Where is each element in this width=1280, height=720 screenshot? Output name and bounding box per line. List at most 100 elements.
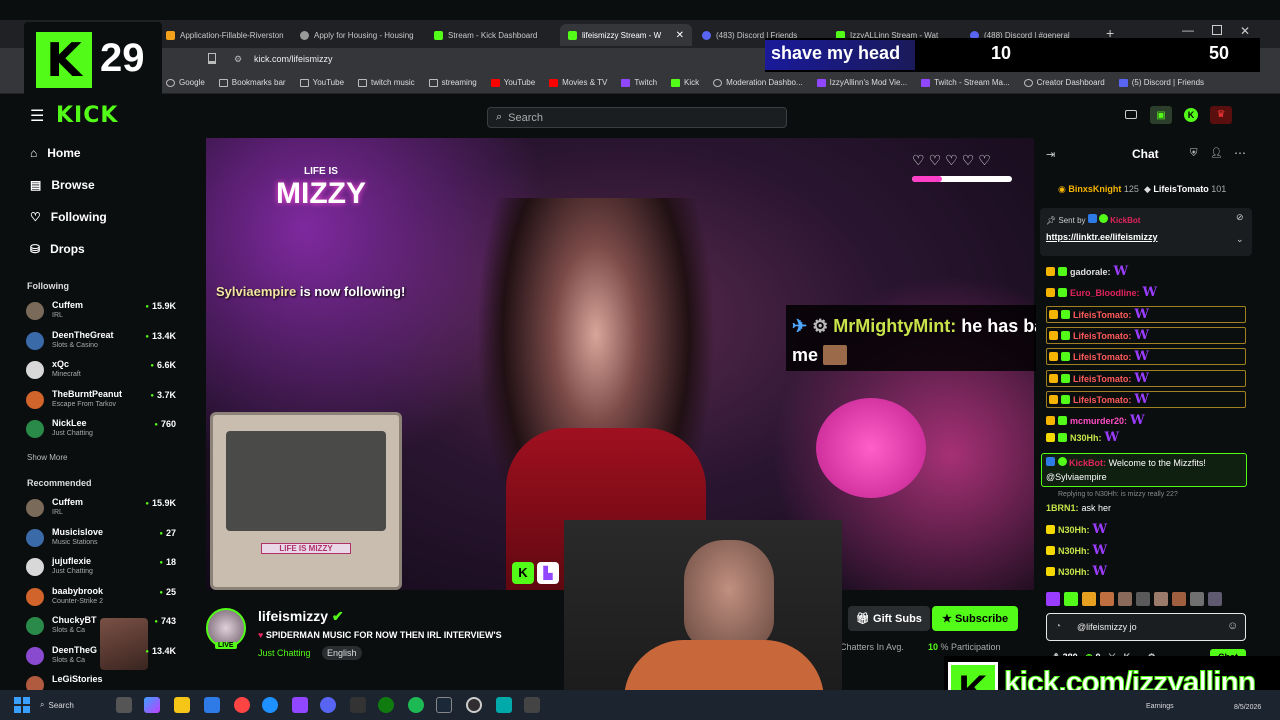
theater-mode-icon[interactable] xyxy=(1125,110,1137,119)
bookmark-item[interactable]: streaming xyxy=(428,78,477,87)
sidebar-channel[interactable]: xQc Minecraft 6.6K xyxy=(26,359,176,387)
chat-username[interactable]: LifeisTomato: xyxy=(1073,374,1131,384)
pinned-link[interactable]: https://linktr.ee/lifeismizzy xyxy=(1046,232,1158,242)
search-input[interactable]: ⌕ Search xyxy=(487,107,787,128)
browser-tab[interactable]: Application-Fillable-Riverston xyxy=(158,24,290,46)
sidebar-channel[interactable]: Cuffem IRL 15.9K xyxy=(26,300,176,328)
taskbar-date[interactable]: 8/5/2026 xyxy=(1234,704,1261,711)
steam-icon[interactable] xyxy=(436,697,452,713)
bookmark-item[interactable]: twitch music xyxy=(358,78,415,87)
bookmark-item[interactable]: Creator Dashboard xyxy=(1023,78,1105,87)
language-tag[interactable]: English xyxy=(322,646,362,660)
chat-emote: W xyxy=(1134,349,1149,364)
bookmark-item[interactable]: Twitch - Stream Ma... xyxy=(921,78,1010,87)
bookmark-item[interactable]: YouTube xyxy=(299,78,344,87)
sidebar-channel[interactable]: MusicisloveMusic Stations 27 xyxy=(26,527,176,555)
dashboard-icon[interactable]: ▣ xyxy=(1150,106,1172,124)
obs-icon[interactable] xyxy=(466,697,482,713)
show-more-link[interactable]: Show More xyxy=(27,453,67,462)
bookmark-item[interactable]: Twitch xyxy=(621,78,657,87)
chat-username[interactable]: LifeisTomato: xyxy=(1073,310,1131,320)
category-link[interactable]: Just Chatting xyxy=(258,648,311,658)
copilot-icon[interactable] xyxy=(144,697,160,713)
url-field[interactable]: kick.com/lifeismizzy xyxy=(254,54,333,64)
spotify-icon[interactable] xyxy=(408,697,424,713)
sidebar-channel[interactable]: Cuffem IRL 15.9K xyxy=(26,497,176,525)
kick-logo[interactable]: KICK xyxy=(56,103,118,128)
site-info-icon[interactable]: ⚙ xyxy=(234,54,242,65)
bookmark-item[interactable]: Movies & TV xyxy=(549,78,607,87)
chat-username[interactable]: LifeisTomato: xyxy=(1073,352,1131,362)
windows-start-icon[interactable] xyxy=(14,697,30,713)
gift-badge-icon xyxy=(1058,267,1067,276)
minimize-icon[interactable]: — xyxy=(1182,23,1194,37)
subscribe-button[interactable]: ★ Subscribe xyxy=(932,606,1019,631)
chat-message: 1BRN1: ask her xyxy=(1046,503,1112,513)
sidebar-channel[interactable]: DeenTheGSlots & Ca 13.4K xyxy=(26,645,176,673)
sidebar-channel[interactable]: NickLee Just Chatting 760 xyxy=(26,418,176,446)
gift-subs-button[interactable]: 🎁︎ Gift Subs xyxy=(848,606,930,631)
viewer-count: 18 xyxy=(159,557,176,567)
platform-badges: K ▙ xyxy=(512,562,559,584)
twitch-icon[interactable] xyxy=(292,697,308,713)
sidebar-channel[interactable]: ChuckyBT Slots & Ca 743 xyxy=(26,615,176,643)
bookmark-icon[interactable] xyxy=(208,53,216,64)
bookmark-item[interactable]: Kick xyxy=(671,78,699,87)
app-icon[interactable] xyxy=(496,697,512,713)
discord-icon[interactable] xyxy=(320,697,336,713)
bookmark-item[interactable]: IzzyAllinn's Mod Vie... xyxy=(816,78,907,87)
close-tab-icon[interactable]: ✕ xyxy=(676,30,684,41)
more-options-icon[interactable]: ⋯ xyxy=(1234,146,1246,160)
task-view-icon[interactable] xyxy=(116,697,132,713)
maximize-icon[interactable] xyxy=(1212,25,1222,35)
sidebar-item-following[interactable]: ♡ Following xyxy=(30,210,107,224)
chevron-down-icon[interactable]: ⌄ xyxy=(1236,234,1244,245)
channel-category: Music Stations xyxy=(52,538,98,546)
users-icon[interactable]: 👤︎ xyxy=(1210,148,1223,159)
sidebar-item-home[interactable]: ⌂ Home xyxy=(30,146,81,160)
chat-username[interactable]: LifeisTomato: xyxy=(1073,331,1131,341)
close-window-icon[interactable]: ✕ xyxy=(1240,24,1250,38)
collapse-chat-icon[interactable]: ⇥ xyxy=(1046,148,1055,161)
audio-app-icon[interactable] xyxy=(350,697,366,713)
google-icon xyxy=(166,78,175,87)
chat-username[interactable]: gadorale: xyxy=(1070,267,1111,277)
emoji-icon[interactable]: ☺ xyxy=(1227,620,1238,632)
bookmark-item[interactable]: Moderation Dashbo... xyxy=(713,78,803,87)
kick-points-icon[interactable]: K xyxy=(1184,108,1198,122)
reply-icon[interactable]: ◔ xyxy=(1055,621,1061,632)
store-icon[interactable] xyxy=(204,697,220,713)
sidebar: ⌂ Home ▤ Browse ♡ Following ⛁ Drops Followin… xyxy=(20,138,184,694)
file-explorer-icon[interactable] xyxy=(174,697,190,713)
sidebar-channel[interactable]: baabybrookCounter-Strike 2 25 xyxy=(26,586,176,614)
bookmark-item[interactable]: (5) Discord | Friends xyxy=(1118,78,1204,87)
unpin-icon[interactable]: ⊘ xyxy=(1236,212,1244,223)
pinned-message: 📌︎ Sent by KickBot https://linktr.ee/lif… xyxy=(1040,208,1252,256)
chat-input[interactable]: ◔ @lifeismizzy jo ☺ xyxy=(1046,613,1246,641)
bookmark-item[interactable]: YouTube xyxy=(490,78,535,87)
browser-tab[interactable]: Stream - Kick Dashboard xyxy=(426,24,558,46)
app-icon[interactable] xyxy=(524,697,540,713)
browser-tab[interactable]: Apply for Housing - Housing xyxy=(292,24,424,46)
chat-username[interactable]: mcmurder20: xyxy=(1070,416,1127,426)
sidebar-channel[interactable]: TheBurntPeanutEscape From Tarkov 3.7K xyxy=(26,389,176,417)
shield-icon[interactable]: ⛨ xyxy=(1190,148,1198,159)
sidebar-item-drops[interactable]: ⛁ Drops xyxy=(30,242,85,256)
xbox-icon[interactable] xyxy=(378,697,394,713)
sidebar-channel[interactable]: DeenTheGreatSlots & Casino 13.4K xyxy=(26,330,176,358)
taskbar-search[interactable]: ⌕ Search xyxy=(40,697,110,713)
chat-username[interactable]: LifeisTomato: xyxy=(1073,395,1131,405)
chrome-icon[interactable] xyxy=(234,697,250,713)
streamer-name-row[interactable]: lifeismizzy ✔ xyxy=(258,608,344,625)
chat-username[interactable]: Euro_Bloodline: xyxy=(1070,288,1140,298)
sidebar-channel[interactable]: jujuflexie Just Chatting 18 xyxy=(26,556,176,584)
bookmark-item[interactable]: Bookmarks bar xyxy=(218,78,286,87)
webcam-person-head xyxy=(684,540,774,650)
browser-tab-active[interactable]: lifeismizzy Stream - W ✕ xyxy=(560,24,692,46)
sidebar-item-browse[interactable]: ▤ Browse xyxy=(30,178,95,192)
bookmark-item[interactable]: Google xyxy=(166,78,205,87)
menu-icon[interactable]: ☰ xyxy=(30,106,44,126)
user-avatar[interactable]: ♛ xyxy=(1210,106,1232,124)
edge-icon[interactable] xyxy=(262,697,278,713)
earnings-widget[interactable]: Earnings xyxy=(1146,703,1174,710)
